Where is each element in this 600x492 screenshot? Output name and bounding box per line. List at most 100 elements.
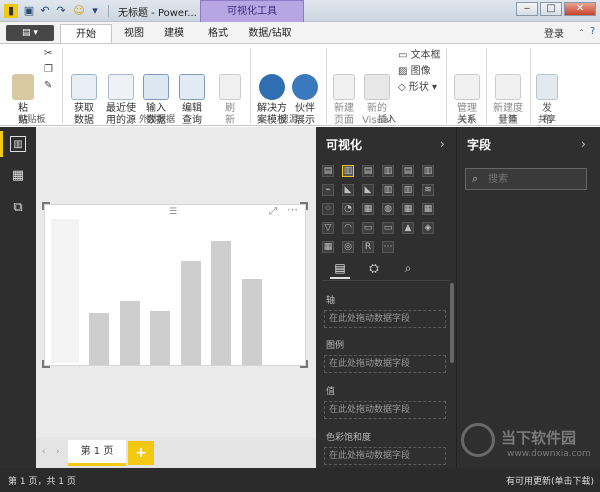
selection-corner[interactable] (300, 360, 308, 368)
divider (446, 48, 447, 124)
data-view-icon[interactable]: ▦ (10, 168, 26, 184)
pie-visual-icon[interactable]: ◔ (342, 203, 354, 215)
area-visual-icon[interactable]: ◣ (342, 184, 354, 196)
well-legend-dropzone[interactable]: 在此处拖动数据字段 (324, 355, 446, 373)
stacked-bar-visual-icon[interactable]: ▤ (322, 165, 334, 177)
chart-bar[interactable] (150, 311, 170, 365)
report-view-icon[interactable]: ▥ (10, 136, 26, 152)
chart-bar[interactable] (180, 261, 201, 365)
shape-map-visual-icon[interactable]: ◈ (422, 222, 434, 234)
new-page-button[interactable]: 新建 页面 (330, 50, 358, 139)
tab-format[interactable]: 格式 (200, 24, 236, 44)
get-data-button[interactable]: 获取 数据 (66, 50, 102, 139)
cut-icon[interactable]: ✂ (44, 48, 52, 60)
textbox-button[interactable]: ▭ 文本框 (398, 50, 441, 62)
clustered-bar-visual-icon[interactable]: ▤ (362, 165, 374, 177)
quick-access-dropdown-icon[interactable]: ▾ (88, 4, 102, 18)
donut-visual-icon[interactable]: ◎ (342, 241, 354, 253)
publish-button[interactable]: 发 布 (534, 50, 560, 139)
line-stacked-column-visual-icon[interactable]: ▥ (402, 184, 414, 196)
selection-corner[interactable] (42, 360, 50, 368)
recent-sources-button[interactable]: 最近使 用的源 (102, 50, 140, 139)
chart-bar[interactable] (119, 301, 140, 365)
kpi-visual-icon[interactable]: ▲ (402, 222, 414, 234)
save-icon[interactable]: ▣ (22, 4, 36, 18)
multi-row-card-visual-icon[interactable]: ▭ (382, 222, 394, 234)
100-column-visual-icon[interactable]: ▥ (422, 165, 434, 177)
clustered-column-visual-icon[interactable]: ▥ (382, 165, 394, 177)
scatter-visual-icon[interactable]: ⁘ (322, 203, 334, 215)
file-menu-button[interactable]: ▤ ▾ (6, 25, 54, 41)
stacked-column-visual-icon[interactable]: ▥ (342, 165, 354, 177)
scrollbar[interactable] (450, 283, 454, 363)
update-available-link[interactable]: 有可用更新(单击下载) (506, 474, 594, 487)
gauge-visual-icon[interactable]: ◠ (342, 222, 354, 234)
refresh-button[interactable]: 刷 新 (218, 50, 242, 139)
format-painter-icon[interactable]: ✎ (44, 80, 52, 92)
treemap-visual-icon[interactable]: ▦ (362, 203, 374, 215)
filled-map-visual-icon[interactable]: ▦ (402, 203, 414, 215)
chart-bar[interactable] (89, 313, 109, 365)
undo-icon[interactable]: ↶ (38, 4, 52, 18)
well-axis-dropzone[interactable]: 在此处拖动数据字段 (324, 310, 446, 328)
close-button[interactable]: ✕ (564, 2, 596, 16)
fields-search-box[interactable]: ⌕ (465, 168, 587, 190)
line-column-visual-icon[interactable]: ▥ (382, 184, 394, 196)
collapse-ribbon-icon[interactable]: ⌃ (578, 28, 585, 37)
textbox-label: 文本框 (410, 50, 441, 61)
copy-icon[interactable]: ❐ (44, 64, 53, 76)
chevron-right-icon[interactable]: › (440, 137, 445, 151)
paste-button[interactable]: 粘 贴 (8, 50, 38, 139)
new-measure-button[interactable]: 新建度 量值 (488, 50, 528, 139)
edit-queries-button[interactable]: 编辑 查询 (176, 50, 208, 139)
selection-corner[interactable] (300, 202, 308, 210)
image-button[interactable]: ▨ 图像 (398, 66, 431, 78)
enter-data-button[interactable]: 输入 数据 (142, 50, 170, 139)
next-page-icon[interactable]: › (56, 447, 60, 457)
fields-tab-icon[interactable]: ▤ (330, 261, 350, 279)
partner-showcase-button[interactable]: 伙伴 展示 (290, 50, 320, 139)
bar-chart-visual[interactable]: ☰ ⤢ ⋯ (44, 203, 306, 366)
signin-link[interactable]: 登录 (544, 25, 564, 40)
format-paint-roller-icon[interactable]: ⛭ (364, 261, 384, 276)
shapes-button[interactable]: ◇ 形状 ▾ (398, 82, 437, 94)
minimize-button[interactable]: ‒ (516, 2, 538, 16)
divider (530, 48, 531, 124)
tab-modeling[interactable]: 建模 (156, 24, 192, 44)
help-icon[interactable]: ? (590, 26, 595, 37)
smiley-icon[interactable]: ☺ (72, 4, 86, 18)
ribbon-visual-icon[interactable]: ≋ (422, 184, 434, 196)
partner-icon (292, 74, 318, 100)
chevron-right-icon[interactable]: › (581, 137, 586, 151)
divider (486, 48, 487, 124)
tab-view[interactable]: 视图 (116, 24, 152, 44)
line-visual-icon[interactable]: ⌁ (322, 184, 334, 196)
relationships-view-icon[interactable]: ⧉ (10, 200, 26, 216)
manage-relationships-button[interactable]: 管理 关系 (450, 50, 484, 139)
100-bar-visual-icon[interactable]: ▤ (402, 165, 414, 177)
tab-home[interactable]: 开始 (60, 24, 112, 44)
maximize-button[interactable]: □ (540, 2, 562, 16)
add-page-button[interactable]: + (128, 441, 154, 465)
chart-bar[interactable] (211, 241, 231, 365)
table-visual-icon[interactable]: ▦ (422, 203, 434, 215)
r-visual-visual-icon[interactable]: R (362, 241, 374, 253)
stacked-area-visual-icon[interactable]: ◣ (362, 184, 374, 196)
globe-map-visual-icon[interactable]: ◍ (382, 203, 394, 215)
selection-corner[interactable] (42, 202, 50, 210)
page-tab-1[interactable]: 第 1 页 (68, 440, 126, 466)
search-input[interactable] (488, 172, 582, 186)
analytics-magnifier-icon[interactable]: ⌕ (398, 261, 418, 276)
well-saturation-dropzone[interactable]: 在此处拖动数据字段 (324, 447, 446, 465)
prev-page-icon[interactable]: ‹ (42, 447, 46, 457)
solution-templates-button[interactable]: 解决方 案模板 (254, 50, 290, 139)
card-visual-icon[interactable]: ▭ (362, 222, 374, 234)
more-visual-icon[interactable]: ⋯ (382, 241, 394, 253)
well-values-dropzone[interactable]: 在此处拖动数据字段 (324, 401, 446, 419)
redo-icon[interactable]: ↷ (54, 4, 68, 18)
new-visual-button[interactable]: 新的 Visual (362, 50, 392, 139)
tab-data-drill[interactable]: 数据/钻取 (240, 24, 300, 44)
chart-bar[interactable] (241, 279, 262, 365)
funnel-visual-icon[interactable]: ▽ (322, 222, 334, 234)
slicer-visual-icon[interactable]: ▦ (322, 241, 334, 253)
